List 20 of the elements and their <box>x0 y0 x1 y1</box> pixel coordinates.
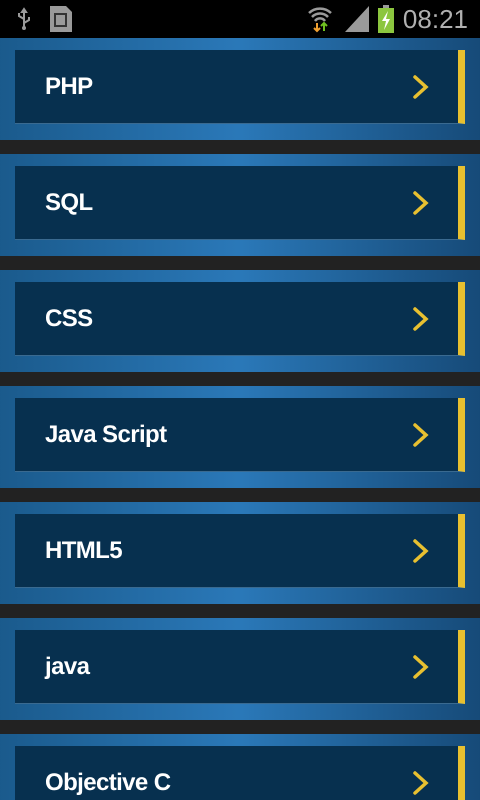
signal-icon <box>344 6 369 32</box>
clock-time: 08:21 <box>402 6 468 32</box>
chevron-right-icon <box>412 74 430 100</box>
list-item[interactable]: HTML5 <box>15 514 465 588</box>
list-item[interactable]: java <box>15 630 465 704</box>
list-item[interactable]: Objective C <box>15 746 465 800</box>
usb-icon <box>16 7 32 31</box>
chevron-right-icon <box>412 654 430 680</box>
list-item[interactable]: CSS <box>15 282 465 356</box>
wifi-icon <box>306 5 333 33</box>
chevron-right-icon <box>412 306 430 332</box>
chevron-right-icon <box>412 190 430 216</box>
list-item[interactable]: SQL <box>15 166 465 240</box>
list-item[interactable]: PHP <box>15 50 465 124</box>
chevron-right-icon <box>412 538 430 564</box>
battery-charging-icon <box>376 5 395 33</box>
chevron-right-icon <box>412 422 430 448</box>
sim-card-icon <box>48 4 74 34</box>
list-item[interactable]: Java Script <box>15 398 465 472</box>
chevron-right-icon <box>412 770 430 796</box>
